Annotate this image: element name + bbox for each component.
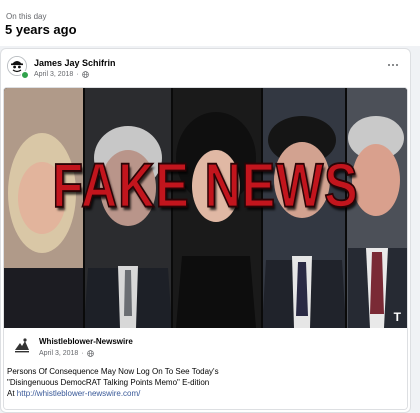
meta-separator: · bbox=[81, 350, 84, 357]
post-meta: April 3, 2018 · bbox=[34, 71, 89, 78]
shared-author[interactable]: Whistleblower-Newswire bbox=[39, 337, 133, 346]
shared-link[interactable]: http://whistleblower-newswire.com/ bbox=[17, 389, 141, 398]
post-card: James Jay Schifrin April 3, 2018 · FAKE … bbox=[0, 48, 411, 413]
shared-post-content: Whistleblower-Newswire April 3, 2018 · P… bbox=[4, 328, 407, 409]
newswire-logo-icon[interactable] bbox=[12, 336, 32, 356]
post-author[interactable]: James Jay Schifrin bbox=[34, 58, 116, 68]
meta-separator: · bbox=[76, 71, 79, 78]
online-status-dot bbox=[21, 71, 29, 79]
shared-text-line-3: At http://whistleblower-newswire.com/ bbox=[7, 388, 402, 399]
post-image[interactable]: FAKE NEWS T bbox=[4, 88, 407, 328]
globe-icon[interactable] bbox=[86, 350, 94, 357]
memories-page: On this day 5 years ago James Jay Schifr… bbox=[0, 0, 420, 413]
shared-date[interactable]: April 3, 2018 bbox=[39, 350, 78, 357]
shared-post-text: Persons Of Consequence May Now Log On To… bbox=[7, 366, 402, 399]
shared-text-line-1: Persons Of Consequence May Now Log On To… bbox=[7, 367, 219, 376]
on-this-day-label: On this day bbox=[6, 12, 47, 21]
shared-text-line-2: "Disingenuous DemocRAT Talking Points Me… bbox=[7, 378, 210, 387]
shared-post[interactable]: FAKE NEWS T Whistleblower-Newswire April… bbox=[3, 87, 408, 410]
image-watermark: T bbox=[393, 310, 401, 324]
more-options-icon[interactable] bbox=[385, 59, 401, 71]
globe-icon[interactable] bbox=[81, 71, 89, 78]
memory-header: On this day 5 years ago bbox=[0, 0, 420, 46]
years-ago-heading: 5 years ago bbox=[5, 22, 77, 37]
shared-meta: April 3, 2018 · bbox=[39, 350, 94, 357]
shared-text-prefix: At bbox=[7, 389, 15, 398]
fake-news-headline: FAKE NEWS bbox=[52, 149, 359, 221]
post-date[interactable]: April 3, 2018 bbox=[34, 71, 73, 78]
